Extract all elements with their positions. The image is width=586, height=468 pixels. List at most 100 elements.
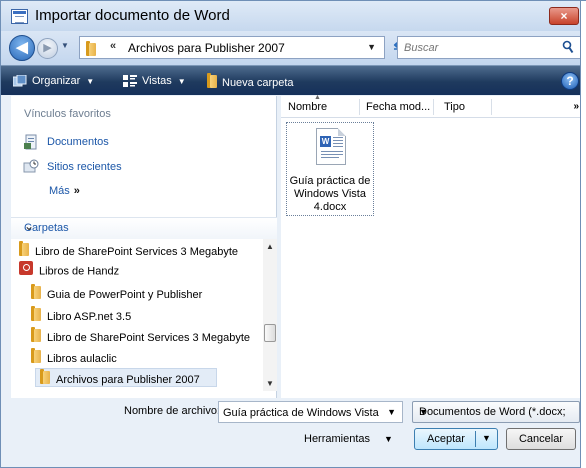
folder-icon [19, 241, 29, 263]
address-bar[interactable]: « Archivos para Publisher 2007 ▼ [79, 36, 385, 59]
window-icon [11, 9, 28, 24]
dialog-footer: Nombre de archivo: ▼ Documentos de Word … [1, 398, 585, 467]
tree-item-selected[interactable]: Archivos para Publisher 2007 [35, 368, 217, 387]
column-date-modified[interactable]: Fecha mod... [366, 101, 430, 113]
tree-item-label: Libros aulaclic [47, 352, 117, 365]
tools-label: Herramientas [304, 433, 371, 445]
file-type-filter[interactable]: Documentos de Word (*.docx; ▼ [412, 401, 580, 423]
file-name-line: Windows Vista [294, 188, 366, 200]
favorite-recent-places[interactable]: Sitios recientes [23, 158, 122, 176]
tools-menu-button[interactable]: Herramientas ▼ [304, 433, 393, 445]
more-columns-icon[interactable]: » [573, 101, 579, 112]
organize-button[interactable]: Organizar ▼ [13, 73, 94, 89]
folder-tree-scrollbar[interactable]: ▲ ▼ [263, 239, 277, 391]
new-folder-button[interactable]: Nueva carpeta [207, 73, 294, 89]
chevron-down-icon: ▼ [86, 77, 95, 86]
scroll-up-icon[interactable]: ▲ [266, 242, 274, 251]
accept-button[interactable]: Aceptar ▼ [414, 428, 498, 450]
folder-icon [40, 369, 50, 391]
file-name: Guía práctica de Windows Vista 4.docx [287, 175, 373, 214]
chevron-down-icon: ▼ [384, 434, 393, 444]
tree-item[interactable]: Libro ASP.net 3.5 [31, 306, 131, 325]
breadcrumb[interactable]: Archivos para Publisher 2007 [128, 41, 285, 55]
recent-places-icon [23, 159, 39, 173]
folder-icon [31, 306, 41, 328]
organize-icon [13, 75, 27, 87]
import-word-dialog: Importar documento de Word × ◀ ▶ ▼ « Arc… [0, 0, 586, 468]
chevron-down-icon: ▼ [177, 77, 186, 86]
title-bar[interactable]: Importar documento de Word × [1, 1, 585, 31]
favorite-documents[interactable]: Documentos [23, 133, 109, 151]
search-icon[interactable] [562, 40, 574, 54]
scroll-down-icon[interactable]: ▼ [266, 379, 274, 388]
column-divider[interactable] [359, 99, 360, 115]
cancel-button[interactable]: Cancelar [506, 428, 576, 450]
folder-icon [31, 327, 41, 349]
file-name-line: 4.docx [313, 201, 347, 213]
file-name-line: Guía práctica de [289, 175, 371, 187]
filename-input[interactable] [223, 405, 379, 420]
tree-item-label: Guia de PowerPoint y Publisher [47, 288, 203, 301]
folder-icon [31, 348, 41, 370]
tree-item-label: Libro de SharePoint Services 3 Megabyte [47, 331, 251, 344]
sort-ascending-icon: ▲ [314, 94, 321, 101]
favorites-heading: Vínculos favoritos [24, 108, 111, 120]
favorite-label: Documentos [47, 136, 109, 148]
tree-item-label: Libro ASP.net 3.5 [47, 310, 132, 323]
folder-tree: Libro de SharePoint Services 3 Megabyte … [11, 239, 263, 391]
chevron-down-icon[interactable]: ▼ [419, 407, 573, 417]
window-title: Importar documento de Word [35, 7, 230, 24]
red-book-icon [19, 261, 33, 282]
split-divider [475, 431, 476, 447]
chevron-down-icon[interactable]: ⌄ [24, 219, 271, 233]
accept-options-dropdown-icon[interactable]: ▼ [482, 433, 491, 443]
tree-item-label: Archivos para Publisher 2007 [56, 373, 200, 386]
double-chevron-icon: » [73, 185, 80, 197]
search-input[interactable] [404, 40, 554, 56]
file-list-pane: ▲ Nombre Fecha mod... Tipo » W Guía prác… [281, 94, 585, 398]
views-button[interactable]: Vistas ▼ [123, 73, 186, 89]
organize-label: Organizar [32, 75, 81, 87]
close-button[interactable]: × [549, 7, 579, 25]
documents-icon [24, 134, 37, 150]
navigation-pane: Vínculos favoritos Documentos Sitios rec… [11, 96, 277, 398]
forward-button[interactable]: ▶ [37, 38, 58, 59]
breadcrumb-overflow-icon[interactable]: « [110, 40, 116, 52]
scroll-thumb[interactable] [264, 324, 276, 342]
column-header-row: ▲ Nombre Fecha mod... Tipo » [281, 94, 585, 118]
address-row: ◀ ▶ ▼ « Archivos para Publisher 2007 ▼ ⇆ [1, 31, 585, 65]
address-dropdown-icon[interactable]: ▼ [367, 42, 376, 52]
word-document-icon: W [316, 128, 346, 165]
column-type[interactable]: Tipo [444, 101, 465, 113]
tree-item[interactable]: Libros aulaclic [31, 348, 117, 367]
more-favorites-link[interactable]: Más» [49, 185, 80, 197]
accept-label: Aceptar [427, 433, 465, 445]
search-box[interactable] [397, 36, 581, 59]
tree-item[interactable]: Guia de PowerPoint y Publisher [31, 284, 202, 303]
folders-section-header[interactable]: Carpetas ⌄ [11, 217, 277, 239]
recent-pages-dropdown-icon[interactable]: ▼ [61, 41, 71, 51]
views-label: Vistas [142, 75, 172, 87]
tree-item[interactable]: Libro de SharePoint Services 3 Megabyte [31, 327, 250, 346]
views-icon [123, 75, 137, 88]
new-folder-icon [207, 73, 217, 93]
chevron-down-icon[interactable]: ▼ [387, 407, 396, 417]
file-item[interactable]: W Guía práctica de Windows Vista 4.docx [286, 122, 374, 216]
command-toolbar: Organizar ▼ Vistas ▼ Nueva carpeta ? [1, 65, 585, 95]
column-divider[interactable] [491, 99, 492, 115]
back-button[interactable]: ◀ [9, 35, 35, 61]
tree-item-label: Libros de Handz [39, 265, 120, 278]
folder-icon [86, 41, 96, 59]
tree-item[interactable]: Libros de Handz [19, 261, 119, 280]
more-label: Más [49, 185, 70, 197]
filename-combobox[interactable]: ▼ [218, 401, 403, 423]
favorite-label: Sitios recientes [47, 161, 122, 173]
help-button[interactable]: ? [561, 72, 579, 90]
column-divider[interactable] [433, 99, 434, 115]
window-frame-edge [580, 1, 586, 468]
tree-item[interactable]: Libro de SharePoint Services 3 Megabyte [19, 241, 238, 260]
column-name[interactable]: Nombre [288, 101, 327, 113]
filename-label: Nombre de archivo: [124, 405, 220, 417]
new-folder-label: Nueva carpeta [222, 76, 294, 89]
folder-icon [31, 284, 41, 306]
